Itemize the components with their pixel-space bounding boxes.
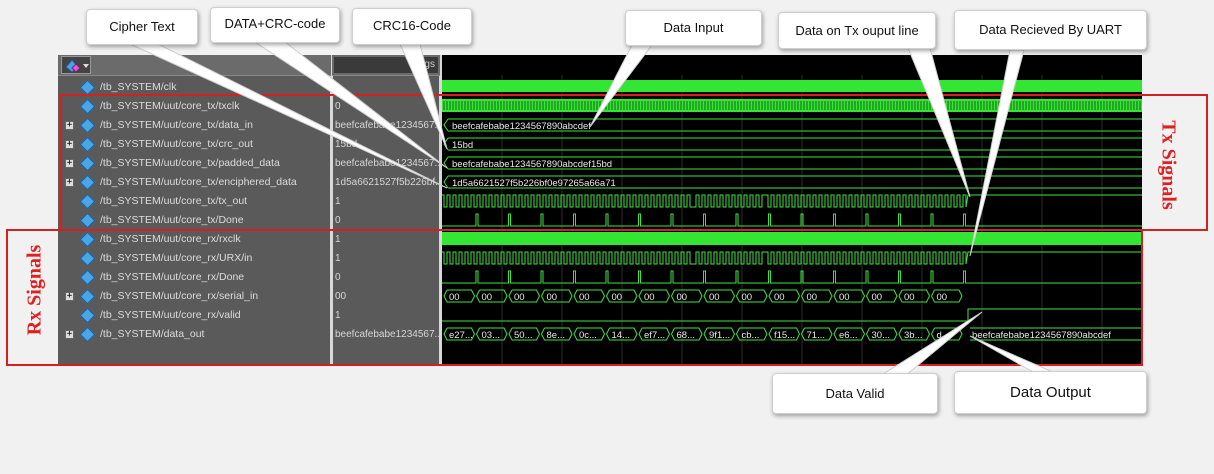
- callout-cipher-text: Cipher Text: [86, 9, 198, 45]
- callout-data-crc: DATA+CRC-code: [210, 7, 340, 43]
- callout-data-tx: Data on Tx ouput line: [778, 12, 936, 49]
- callout-data-valid: Data Valid: [772, 373, 938, 414]
- callout-crc16: CRC16-Code: [352, 8, 472, 45]
- callout-data-output: Data Output: [954, 371, 1147, 414]
- callout-data-input: Data Input: [625, 10, 762, 46]
- callout-data-uart: Data Recieved By UART: [954, 10, 1147, 50]
